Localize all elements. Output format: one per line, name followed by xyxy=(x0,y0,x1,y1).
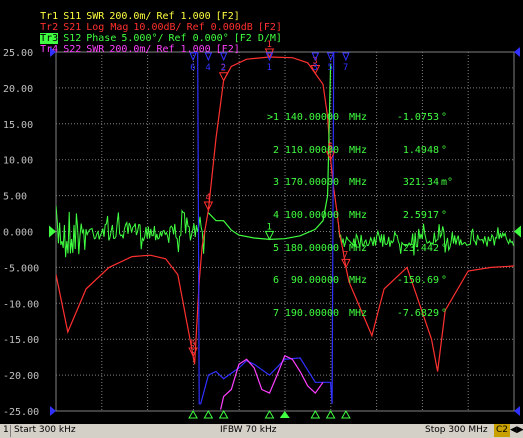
trace-name: Tr4 xyxy=(40,44,59,55)
bottom-marker-2-icon xyxy=(218,409,229,419)
y-tick-label: -25.00 xyxy=(3,407,39,418)
marker-freq: 180.00000 xyxy=(284,242,339,254)
top-marker-3-label: 3 xyxy=(312,63,317,73)
marker-freq-unit: MHz xyxy=(348,275,368,287)
marker-value-unit: ° xyxy=(441,308,448,320)
top-marker-5-icon xyxy=(326,52,335,62)
trace-line-tr4[interactable]: Tr4 S22 SWR 200.0m/Ref 1.000 [F2] xyxy=(4,33,245,66)
marker-index: 2 xyxy=(272,144,279,156)
marker-freq-unit: MHz xyxy=(348,144,368,156)
marker-freq: 100.00000 xyxy=(284,209,339,221)
marker-value-unit: ° xyxy=(441,144,448,156)
marker-row[interactable]: 7 190.00000 MHz -7.6829 ° xyxy=(255,308,455,320)
vna-screen: 25.00 20.00 15.00 10.00 5.00 0.000 -5.000 -10.0… xyxy=(0,0,523,438)
top-marker-7-icon xyxy=(342,52,350,62)
marker-value-unit: ° xyxy=(441,111,448,123)
bottom-marker-1-icon xyxy=(264,409,275,419)
marker-row[interactable]: 5 180.00000 MHz 23.442 ° xyxy=(255,242,455,255)
trace-window: [F2] xyxy=(215,44,240,55)
marker-value: -1.0753 xyxy=(396,111,439,123)
ifbw-setting[interactable]: IFBW 70 kHz xyxy=(220,425,276,435)
marker-freq-unit: MHz xyxy=(348,242,368,254)
marker-index: 4 xyxy=(272,209,279,221)
start-frequency[interactable]: Start 300 kHz xyxy=(14,425,76,435)
marker-freq: 170.00000 xyxy=(284,177,339,189)
marker-freq: 110.00000 xyxy=(284,144,339,156)
y-tick-label: 10.00 xyxy=(3,156,33,167)
marker-value: 23.442 xyxy=(402,242,439,254)
marker-value-unit: m° xyxy=(441,177,454,189)
ref-arrow-bottom-right-icon xyxy=(514,406,520,416)
marker-row[interactable]: 2 110.00000 MHz 1.4948 ° xyxy=(255,144,455,157)
bottom-marker-4-icon xyxy=(203,409,214,419)
top-marker-5-label: 5 xyxy=(328,63,333,73)
marker-freq-unit: MHz xyxy=(348,111,368,123)
marker-row[interactable]: 3 170.00000 MHz 321.34 m° xyxy=(255,177,455,189)
status-bar: 1 Start 300 kHz IFBW 70 kHz Stop 300 MHz… xyxy=(0,424,523,438)
bottom-marker-6-icon xyxy=(188,409,198,419)
bottom-marker-3-icon xyxy=(310,409,321,419)
trace-format: SWR xyxy=(86,44,105,55)
marker-freq: 140.00000 xyxy=(284,111,339,123)
y-tick-label: 15.00 xyxy=(3,120,33,131)
cal-status-badge[interactable]: C2 xyxy=(494,424,511,437)
trace-ref: Ref 1.000 xyxy=(156,44,211,55)
bottom-active-marker-icon xyxy=(279,411,290,418)
trace-param: S22 xyxy=(63,44,82,55)
marker-freq: 90.00000 xyxy=(290,275,339,287)
trace-s22 xyxy=(220,354,324,410)
bottom-marker-7-icon xyxy=(341,409,351,419)
marker-value-unit: ° xyxy=(441,209,448,221)
stop-frequency[interactable]: Stop 300 MHz xyxy=(425,425,488,435)
marker-readout-table: >1 140.00000 MHz -1.0753 ° 2 110.00000 MHz 1.49… xyxy=(255,91,455,342)
marker-value: 2.5917 xyxy=(402,209,439,221)
marker-value: 1.4948 xyxy=(402,144,439,156)
marker-value-unit: ° xyxy=(441,242,448,254)
y-tick-label: 20.00 xyxy=(3,84,33,95)
ref-arrow-bottom-icon xyxy=(50,406,56,416)
status-separator xyxy=(10,425,11,437)
marker-row[interactable]: 4 100.00000 MHz 2.5917 ° xyxy=(255,209,455,222)
reference-arrow-right-icon xyxy=(514,225,521,238)
y-tick-label: -10.00 xyxy=(3,299,39,310)
marker-row[interactable]: >1 140.00000 MHz -1.0753 ° xyxy=(255,111,455,124)
marker-index: 6 xyxy=(272,275,279,287)
channel-number[interactable]: 1 xyxy=(3,425,9,435)
marker-value: 321.34 xyxy=(402,177,439,189)
marker-value: -150.69 xyxy=(396,275,439,287)
y-tick-label: -15.00 xyxy=(3,335,39,346)
marker-value-unit: ° xyxy=(441,275,448,287)
marker-index: 3 xyxy=(272,177,279,189)
ref-arrow-top-right-icon xyxy=(514,47,520,57)
bottom-marker-5-icon xyxy=(325,409,336,419)
marker-row[interactable]: 6 90.00000 MHz -150.69 ° xyxy=(255,276,455,287)
marker-6-label: 6 xyxy=(190,339,195,349)
marker-index: 5 xyxy=(272,242,279,254)
top-marker-1-label: 1 xyxy=(266,63,271,73)
y-tick-label: 0.000 xyxy=(3,228,33,239)
marker-4-label: 4 xyxy=(205,193,210,203)
marker-freq-unit: MHz xyxy=(348,308,368,320)
reference-arrow-left-icon xyxy=(49,225,56,238)
y-tick-label: 5.00 xyxy=(3,192,27,203)
trace-scale: 200.0m/ xyxy=(109,44,152,55)
y-tick-label: -5.000 xyxy=(3,263,39,274)
top-marker-7-label: 7 xyxy=(343,63,348,73)
marker-freq-unit: MHz xyxy=(348,209,368,221)
marker-freq-unit: MHz xyxy=(348,177,368,189)
marker-value: -7.6829 xyxy=(396,308,439,320)
y-tick-label: -20.00 xyxy=(3,371,39,382)
marker-index: >1 xyxy=(266,111,279,123)
scroll-arrows-icon[interactable]: ◀▶ xyxy=(510,425,523,435)
marker-freq: 190.00000 xyxy=(284,308,339,320)
marker-index: 7 xyxy=(272,308,279,320)
